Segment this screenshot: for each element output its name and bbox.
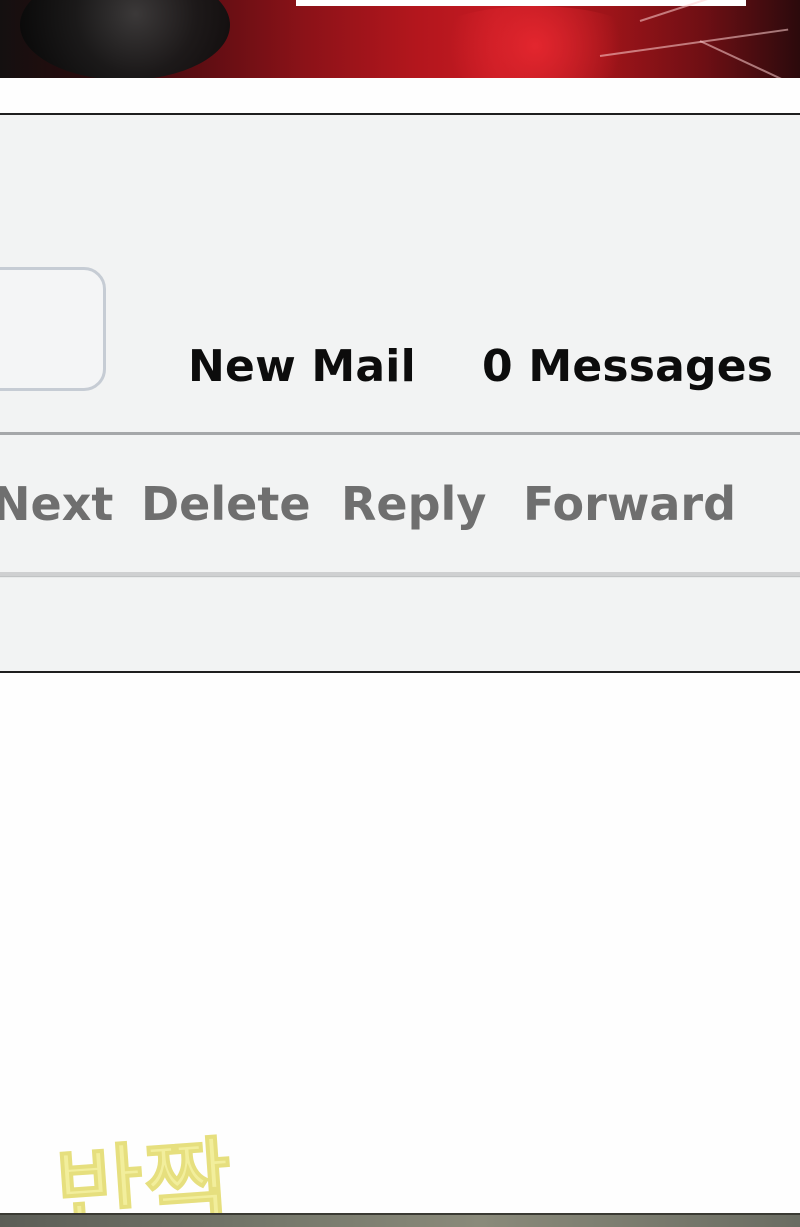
top-artwork-strip (0, 0, 800, 78)
artwork-red-glow (420, 6, 650, 78)
bottom-artwork-strip (0, 1213, 800, 1227)
delete-button[interactable]: Delete (141, 477, 311, 531)
new-mail-label: New Mail (188, 341, 416, 392)
reply-button[interactable]: Reply (341, 477, 486, 531)
page: New Mail 0 Messages Next Delete Reply Fo… (0, 0, 800, 1227)
forward-button[interactable]: Forward (523, 477, 736, 531)
next-button[interactable]: Next (0, 477, 113, 531)
message-count: 0 Messages (482, 341, 774, 392)
mail-client-panel: New Mail 0 Messages Next Delete Reply Fo… (0, 113, 800, 673)
artwork-white-bar (296, 0, 746, 6)
search-box[interactable] (0, 267, 106, 391)
artwork-light-streak (699, 40, 792, 78)
toolbar-divider (0, 572, 800, 576)
artwork-dark-shape (20, 0, 230, 78)
header-divider (0, 432, 800, 435)
